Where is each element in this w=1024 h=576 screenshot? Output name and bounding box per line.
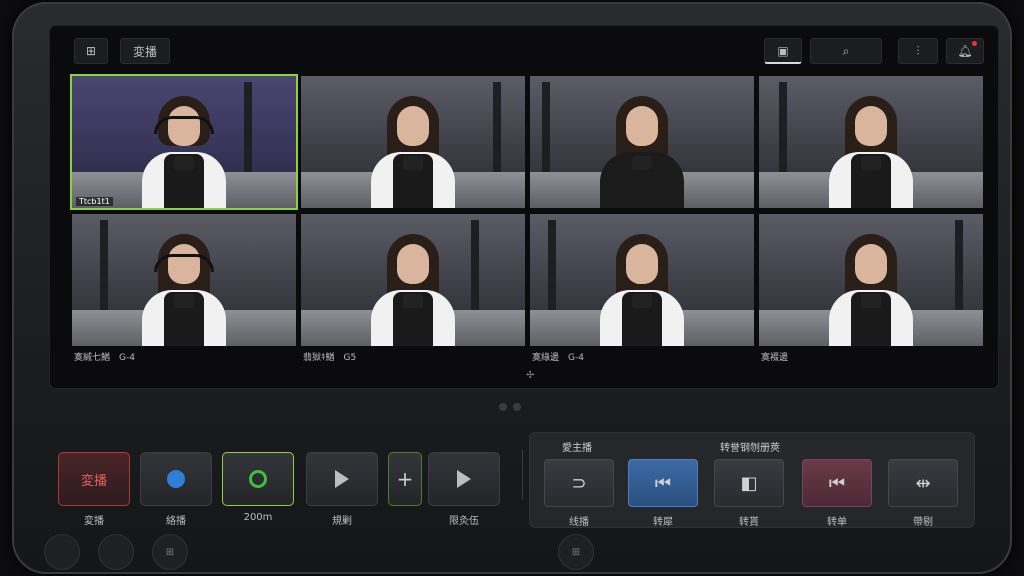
zoom-button[interactable] [222, 452, 294, 506]
presenter [353, 88, 473, 208]
page-dot[interactable] [499, 403, 507, 411]
play-icon [457, 470, 471, 488]
light-stand [779, 82, 787, 172]
blue-dot-icon [167, 470, 185, 488]
live-button[interactable] [140, 452, 212, 506]
play-icon [335, 470, 349, 488]
transition-label: 转单 [827, 517, 847, 528]
camera-tile[interactable]: Ttcb1t1 [72, 76, 296, 208]
hardware-knob[interactable] [98, 534, 134, 570]
presenter [582, 88, 702, 208]
layout-button[interactable]: ⊞ [74, 38, 108, 64]
add-button[interactable]: + [388, 452, 422, 506]
mixer-button[interactable]: ⫶ [898, 38, 938, 64]
presenter [811, 226, 931, 346]
presenter [582, 226, 702, 346]
light-stand [100, 220, 108, 310]
light-stand [244, 82, 252, 172]
bell-icon: 🔔︎ [957, 44, 973, 58]
tile-caption: 翡獄ｷ鰌 G5 [303, 353, 357, 363]
rewind-icon: ⏮ [654, 472, 672, 494]
panel-title-right: 转誉钢刎册莢 [720, 443, 780, 454]
play-label: 規剿 [332, 516, 352, 527]
monitor-screen: ⊞ 変播 ▣ ⌕ ⫶ 🔔︎ Ttcb1t1 寞緘七鰌 G-4 翡獄ｷ鰌 G5 寞… [50, 26, 998, 388]
light-stand [542, 82, 550, 172]
camera-tile[interactable] [530, 214, 754, 346]
presenter [353, 226, 473, 346]
transition-label: 帶剔 [913, 517, 933, 528]
hardware-knob[interactable] [44, 534, 80, 570]
transition-panel: 愛主播 转誉钢刎册莢 ⊃ 线播 ⏮ 转犀 ◧ 转貰 ⏮ 转单 ⇹ 帶剔 [529, 432, 975, 528]
presenter [124, 88, 244, 208]
tile-caption: 寞緘七鰌 G-4 [74, 353, 135, 363]
transition-button[interactable]: ⇹ [888, 459, 958, 507]
hardware-button[interactable]: ⊞ [152, 534, 188, 570]
light-stand [548, 220, 556, 310]
plus-icon: + [396, 467, 414, 491]
camera-tile[interactable] [530, 76, 754, 208]
transition-label: 线播 [569, 517, 589, 528]
book-icon: ◧ [740, 472, 758, 494]
notifications-button[interactable]: 🔔︎ [946, 38, 984, 64]
page-indicator [499, 396, 527, 415]
record-label: 変播 [84, 516, 104, 527]
panel-title-left: 愛主播 [562, 443, 592, 454]
live-label: 絡播 [166, 516, 186, 527]
cut-icon: ⊃ [571, 472, 587, 494]
camera-tile[interactable] [759, 214, 983, 346]
mixer-icon: ⫶ [916, 43, 920, 58]
notification-dot [972, 41, 977, 46]
tile-tag: Ttcb1t1 [76, 197, 113, 206]
camera-grid: Ttcb1t1 寞緘七鰌 G-4 翡獄ｷ鰌 G5 寞綠邊 G-4 寞裰邊 [72, 76, 983, 366]
tile-caption: 寞綠邊 G-4 [532, 353, 584, 363]
swap-icon: ⇹ [915, 472, 931, 494]
screen-button[interactable]: ▣ [764, 38, 802, 64]
record-button-text: 変播 [80, 473, 107, 489]
play-button[interactable] [306, 452, 378, 506]
divider [522, 450, 523, 500]
search-icon: ⌕ [842, 43, 850, 58]
transition-button[interactable]: ⏮ [802, 459, 872, 507]
transition-button[interactable]: ⏮ [628, 459, 698, 507]
grid-icon: ⊞ [165, 546, 175, 558]
crosshair-icon: ✢ [526, 370, 535, 381]
mode-tab[interactable]: 変播 [120, 38, 170, 64]
light-stand [493, 82, 501, 172]
mode-label: 変播 [132, 44, 157, 59]
device-frame: ⊞ 変播 ▣ ⌕ ⫶ 🔔︎ Ttcb1t1 寞緘七鰌 G-4 翡獄ｷ鰌 G5 寞… [12, 2, 1012, 574]
camera-tile[interactable] [301, 76, 525, 208]
light-stand [955, 220, 963, 310]
zoom-label: 200m [243, 512, 273, 523]
next-button[interactable] [428, 452, 500, 506]
presenter [124, 226, 244, 346]
search-button[interactable]: ⌕ [810, 38, 882, 64]
transition-button[interactable]: ◧ [714, 459, 784, 507]
camera-tile[interactable] [301, 214, 525, 346]
camera-tile[interactable] [72, 214, 296, 346]
grid-icon: ⊞ [571, 546, 581, 558]
presenter [811, 88, 931, 208]
layout-icon: ⊞ [85, 44, 97, 58]
top-toolbar: ⊞ 変播 ▣ ⌕ ⫶ 🔔︎ [50, 38, 998, 66]
hardware-button[interactable]: ⊞ [558, 534, 594, 570]
screen-icon: ▣ [777, 43, 789, 58]
rewind-icon: ⏮ [828, 472, 846, 494]
transition-button[interactable]: ⊃ [544, 459, 614, 507]
next-label: 限灸伍 [449, 516, 479, 527]
tile-caption: 寞裰邊 [761, 353, 789, 363]
record-button[interactable]: 変播 [58, 452, 130, 506]
green-ring-icon [249, 470, 267, 488]
camera-tile[interactable] [759, 76, 983, 208]
page-dot[interactable] [513, 403, 521, 411]
transition-label: 转犀 [653, 517, 673, 528]
transition-label: 转貰 [739, 517, 759, 528]
